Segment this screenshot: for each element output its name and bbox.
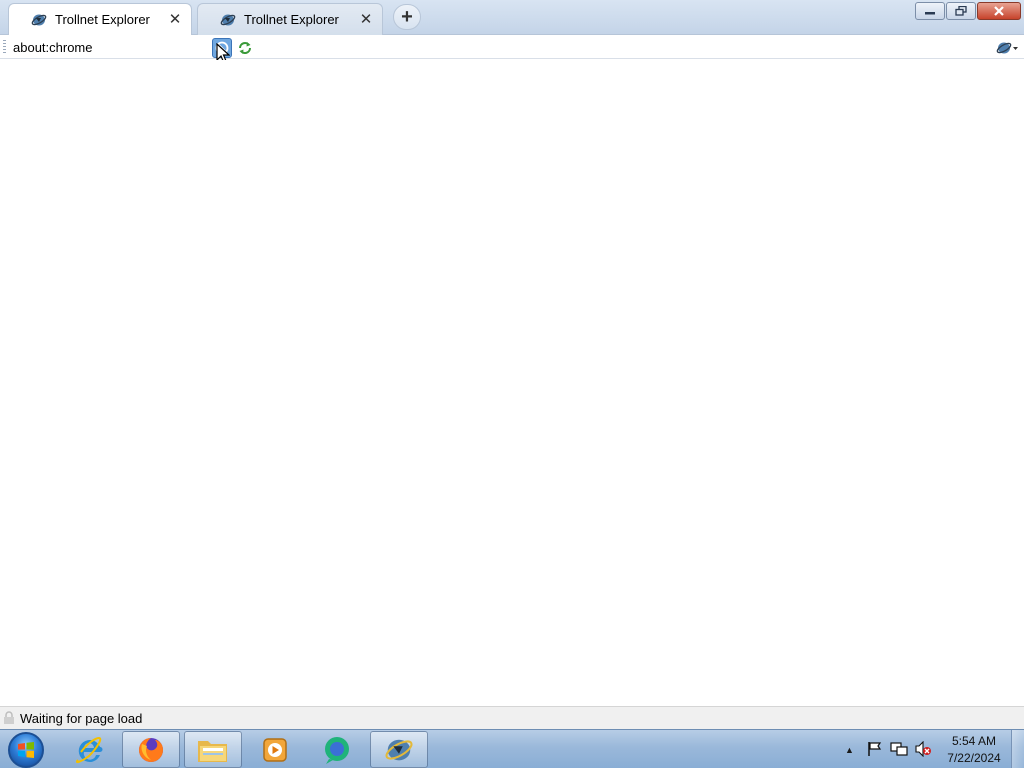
status-bar: Waiting for page load: [0, 706, 1024, 729]
taskbar-item-trollnet-explorer[interactable]: [370, 731, 428, 768]
restore-button[interactable]: [946, 2, 976, 20]
taskbar-item-media-player[interactable]: [246, 731, 304, 768]
refresh-icon: [239, 42, 251, 54]
taskbar-item-firefox[interactable]: [122, 731, 180, 768]
start-button[interactable]: [6, 731, 46, 768]
taskbar-item-chat-app[interactable]: [308, 731, 366, 768]
clock-date: 7/22/2024: [947, 751, 1001, 765]
title-bar: Trollnet Explorer ✕ Trollnet Explorer ✕ …: [0, 0, 1024, 35]
chat-icon: [325, 736, 349, 764]
trollnet-icon: [385, 739, 413, 760]
firefox-icon: [139, 737, 163, 762]
tab-close-button[interactable]: ✕: [358, 11, 374, 28]
action-center-flag-icon[interactable]: [866, 741, 884, 757]
status-text: Waiting for page load: [20, 711, 143, 726]
ie-icon: [75, 736, 103, 763]
trollnet-icon: [220, 12, 236, 28]
plus-icon: +: [401, 6, 413, 28]
network-icon[interactable]: [890, 741, 908, 757]
windows-logo-icon: [8, 732, 44, 768]
folder-icon: [198, 740, 227, 762]
taskbar: ▲ 5:54 AM 7/22/2024: [0, 729, 1024, 768]
tab-active[interactable]: Trollnet Explorer ✕: [8, 3, 192, 35]
close-button[interactable]: [977, 2, 1021, 20]
page-content[interactable]: [0, 60, 1024, 706]
minimize-icon: [925, 12, 935, 15]
restore-icon: [955, 6, 967, 16]
taskbar-item-internet-explorer[interactable]: [60, 731, 118, 768]
new-tab-button[interactable]: +: [393, 4, 421, 30]
tab-title: Trollnet Explorer: [55, 12, 150, 27]
close-icon: [994, 6, 1004, 16]
toolbar-grip[interactable]: [3, 40, 6, 55]
tab-close-button[interactable]: ✕: [167, 11, 183, 28]
media-player-icon: [263, 737, 287, 762]
address-input[interactable]: about:chrome: [13, 40, 93, 55]
address-bar: about:chrome: [0, 36, 1024, 59]
system-clock[interactable]: 5:54 AM 7/22/2024: [940, 733, 1008, 767]
browser-menu-icon: [996, 42, 1018, 54]
show-desktop-button[interactable]: [1011, 730, 1024, 768]
taskbar-item-file-explorer[interactable]: [184, 731, 242, 768]
refresh-button[interactable]: [235, 38, 255, 58]
minimize-button[interactable]: [915, 2, 945, 20]
tab-title: Trollnet Explorer: [244, 12, 339, 27]
clock-time: 5:54 AM: [951, 734, 997, 748]
trollnet-icon: [31, 12, 47, 28]
tab-inactive[interactable]: Trollnet Explorer ✕: [197, 3, 383, 35]
window-controls: [915, 2, 1021, 20]
volume-muted-icon[interactable]: [914, 740, 932, 758]
browser-menu-button[interactable]: [996, 38, 1020, 58]
lock-icon: [3, 711, 15, 725]
show-hidden-icons-button[interactable]: ▲: [845, 745, 854, 755]
